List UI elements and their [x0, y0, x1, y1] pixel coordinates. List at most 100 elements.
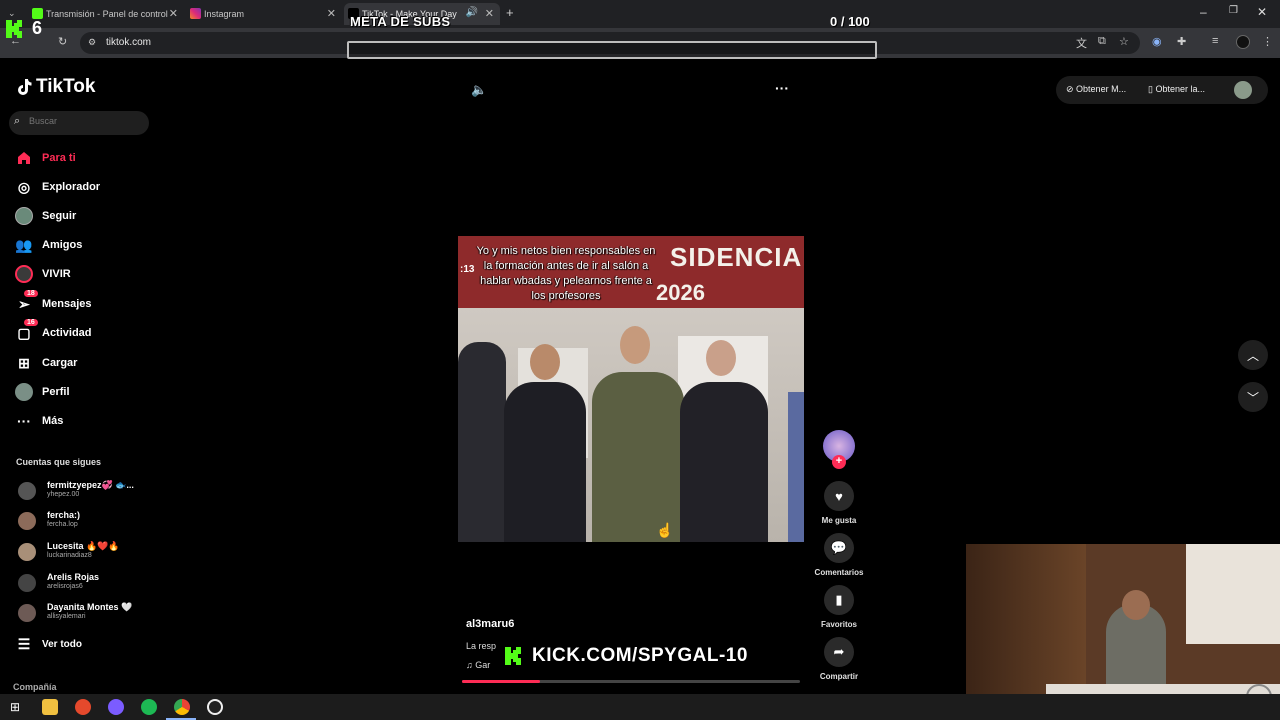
upload-icon: ⊞ — [18, 354, 30, 371]
video-caption: Yo y mis netos bien responsables en la f… — [476, 245, 656, 302]
user-avatar[interactable] — [1234, 81, 1252, 99]
audio-playing-icon[interactable]: 🔊 — [466, 7, 478, 18]
cursor-icon: ☝ — [656, 522, 674, 538]
home-icon — [14, 148, 34, 168]
close-icon[interactable]: ✕ — [169, 7, 178, 20]
site-info-icon[interactable]: ⚙ — [88, 37, 96, 48]
spotify-icon[interactable] — [141, 699, 157, 715]
messages-badge: 18 — [24, 290, 38, 297]
menu-kebab-icon[interactable]: ⋮ — [1262, 35, 1273, 48]
video-player[interactable]: SIDENCIAL 2026 :13 Yo y mis netos bien r… — [458, 236, 804, 542]
profile-icon — [14, 382, 34, 402]
favorite-label: Favoritos — [820, 620, 857, 629]
favorite-button[interactable]: ▮ — [824, 585, 854, 615]
chrome-icon[interactable] — [174, 699, 190, 715]
nav-profile[interactable]: Perfil — [14, 381, 70, 403]
more-options-icon[interactable]: ··· — [775, 80, 789, 96]
tab-kick-dashboard[interactable]: Transmisión - Panel de control ✕ — [28, 3, 184, 25]
activity-badge: 16 — [24, 319, 38, 326]
friends-icon: 👥 — [15, 236, 33, 253]
close-icon[interactable]: ✕ — [485, 7, 494, 20]
nav-messages[interactable]: ➢ 18 Mensajes — [14, 290, 92, 315]
windows-start-icon[interactable]: ⊞ — [10, 700, 20, 714]
tab-label: Transmisión - Panel de control — [46, 9, 168, 19]
nav-following[interactable]: Seguir — [14, 205, 76, 227]
nav-friends[interactable]: 👥 Amigos — [14, 234, 82, 256]
previous-video-button[interactable]: ︿ — [1238, 340, 1268, 370]
account-handle: allisyalemari — [47, 613, 86, 620]
video-progress-bar[interactable] — [462, 680, 800, 683]
reload-icon[interactable]: ↻ — [58, 35, 67, 48]
minimize-icon[interactable]: – — [1200, 5, 1207, 19]
nav-activity[interactable]: ▢ 16 Actividad — [14, 319, 92, 344]
extension-icon[interactable]: ◉ — [1152, 35, 1162, 48]
video-music[interactable]: ♫ Gar — [466, 660, 490, 670]
more-icon: ··· — [17, 413, 31, 429]
restore-icon[interactable]: ❐ — [1229, 5, 1238, 16]
following-avatar-icon — [14, 206, 34, 226]
chevron-up-icon: ︿ — [1246, 348, 1259, 363]
avatar — [18, 574, 36, 592]
extensions-puzzle-icon[interactable]: ✚ — [1177, 35, 1186, 48]
like-button[interactable]: ♥ — [824, 481, 854, 511]
nav-label: Cargar — [42, 357, 78, 369]
company-link[interactable]: Compañía — [13, 682, 57, 692]
account-name: fermitzyepez💞 🐟... — [47, 480, 134, 490]
volume-icon[interactable]: 🔈 — [471, 82, 487, 98]
nav-explore[interactable]: ◎ Explorador — [14, 176, 100, 198]
avatar — [18, 482, 36, 500]
account-handle: luckarinadiaz8 — [47, 552, 92, 559]
kick-badge-number: 6 — [32, 18, 43, 38]
nav-more[interactable]: ··· Más — [14, 410, 63, 432]
video-author[interactable]: al3maru6 — [466, 618, 514, 630]
app-icon[interactable] — [108, 699, 124, 715]
translate-icon[interactable]: 文 — [1076, 35, 1087, 51]
get-app-button[interactable]: ▯ Obtener la... — [1148, 84, 1205, 95]
share-icon: ➦ — [833, 644, 845, 659]
tab-instagram[interactable]: Instagram ✕ — [186, 3, 342, 25]
obs-icon[interactable] — [207, 699, 223, 715]
share-button[interactable]: ➦ — [824, 637, 854, 667]
kick-url-overlay: KICK.COM/SPYGAL-10 — [502, 644, 748, 668]
see-all-button[interactable]: ☰ Ver todo — [14, 633, 82, 655]
share-label: Compartir — [819, 672, 859, 681]
kick-logo-icon — [6, 20, 22, 38]
account-handle: arelisrojas6 — [47, 583, 83, 590]
heart-icon: ♥ — [835, 488, 843, 504]
music-title: Gar — [475, 660, 491, 670]
search-input[interactable] — [29, 116, 139, 126]
search-box[interactable]: ⌕ — [9, 111, 149, 135]
video-progress-fill — [462, 680, 540, 683]
nav-for-you[interactable]: Para ti — [14, 147, 76, 169]
bookmark-icon: ▮ — [835, 592, 843, 607]
next-video-button[interactable]: ﹀ — [1238, 382, 1268, 412]
file-explorer-icon[interactable] — [42, 699, 58, 715]
nav-live[interactable]: VIVIR — [14, 263, 71, 285]
follow-plus-icon[interactable]: + — [832, 455, 846, 469]
close-window-icon[interactable]: ✕ — [1257, 5, 1267, 19]
nav-label: Mensajes — [42, 298, 92, 310]
account-name: Dayanita Montes 🤍 — [47, 602, 133, 612]
nav-label: VIVIR — [42, 268, 71, 280]
instagram-favicon-icon — [190, 8, 201, 19]
install-icon[interactable]: ⧉ — [1098, 35, 1106, 48]
chevron-down-icon: ﹀ — [1246, 390, 1259, 405]
brave-icon[interactable] — [75, 699, 91, 715]
comment-button[interactable]: 💬 — [824, 533, 854, 563]
profile-avatar[interactable] — [1236, 35, 1250, 49]
kick-url-text: KICK.COM/SPYGAL-10 — [532, 645, 748, 666]
nav-upload[interactable]: ⊞ Cargar — [14, 352, 77, 374]
avatar — [18, 604, 36, 622]
see-all-label: Ver todo — [42, 638, 83, 650]
tiktok-logo[interactable]: TikTok — [16, 76, 95, 98]
get-coins-button[interactable]: ⊘ Obtener M... — [1066, 84, 1126, 95]
close-icon[interactable]: ✕ — [327, 7, 336, 20]
search-icon: ⌕ — [14, 115, 21, 127]
windows-taskbar: ⊞ — [0, 694, 1280, 720]
compass-icon: ◎ — [17, 178, 31, 195]
new-tab-button[interactable]: + — [506, 5, 514, 20]
media-control-icon[interactable]: ≡ — [1212, 35, 1218, 47]
account-name: fercha:) — [47, 510, 81, 520]
bookmark-star-icon[interactable]: ☆ — [1119, 35, 1129, 48]
nav-label: Para ti — [42, 152, 76, 164]
